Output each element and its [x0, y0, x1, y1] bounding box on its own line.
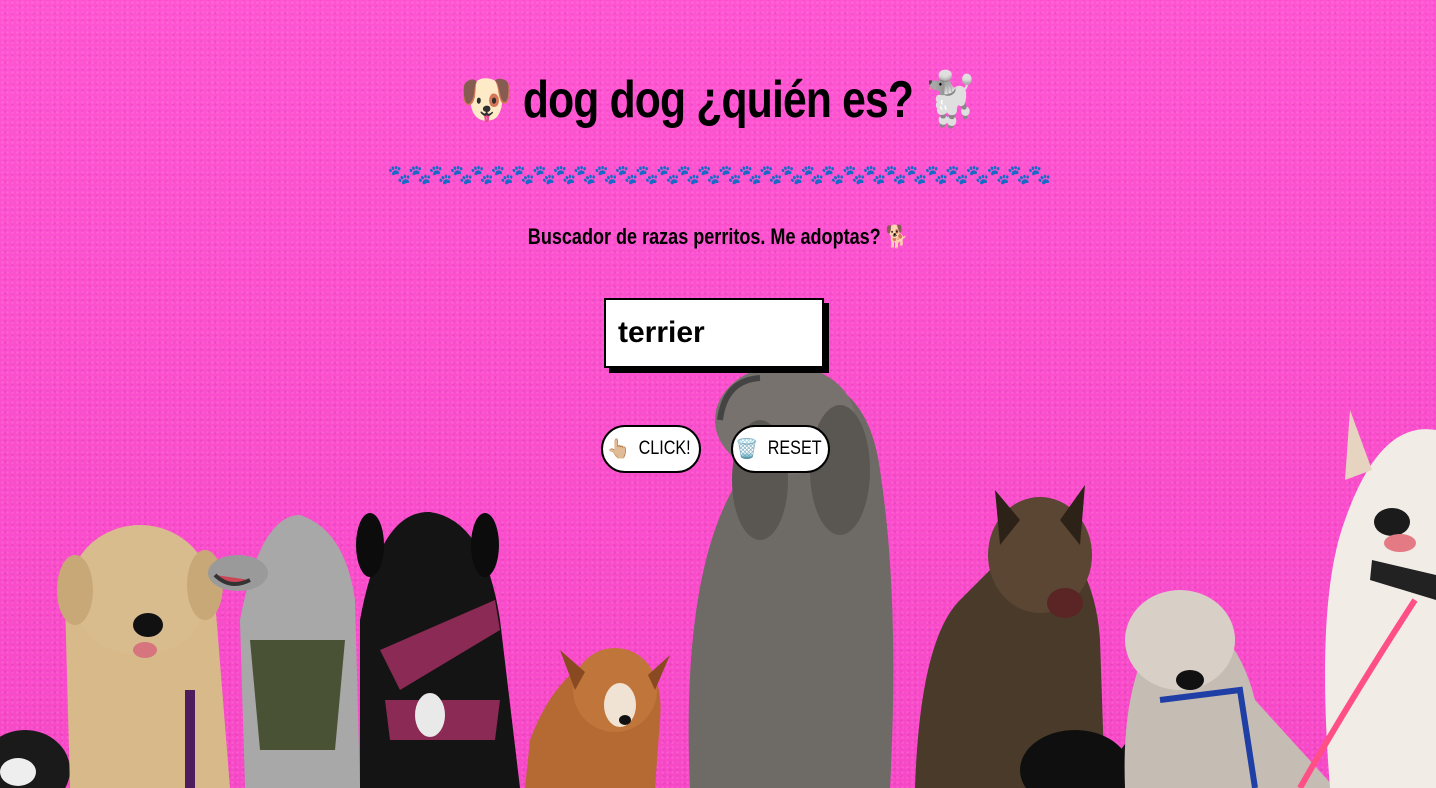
page-title: 🐶 dog dog ¿quién es? 🐩	[459, 71, 978, 129]
dog-wheaten-terrier	[57, 525, 230, 788]
reset-button[interactable]: 🗑️ RESET	[731, 425, 830, 473]
breed-search-input[interactable]	[606, 300, 822, 366]
reset-button-label: RESET	[767, 438, 822, 459]
dog-grey-poodle-mix	[208, 515, 360, 788]
dog-fluffy-small	[1124, 590, 1335, 788]
dog-small-tan	[525, 648, 670, 788]
dog-black-lab	[356, 511, 520, 788]
breed-search-box	[604, 298, 824, 368]
dog-left-edge	[0, 730, 70, 788]
page-background: 🐶 dog dog ¿quién es? 🐩 🐾🐾🐾🐾🐾🐾🐾🐾🐾🐾🐾🐾🐾🐾🐾🐾🐾…	[0, 0, 1436, 788]
trash-icon: 🗑️	[734, 439, 759, 460]
click-button-label: CLICK!	[638, 438, 691, 459]
dog-husky	[1297, 410, 1436, 788]
page-subtitle: Buscador de razas perritos. Me adoptas? …	[527, 224, 909, 249]
paw-divider: 🐾🐾🐾🐾🐾🐾🐾🐾🐾🐾🐾🐾🐾🐾🐾🐾🐾🐾🐾🐾🐾🐾🐾🐾🐾🐾🐾🐾🐾🐾🐾🐾	[387, 165, 1051, 186]
click-button[interactable]: 👆🏼 CLICK!	[601, 425, 701, 473]
pointing-finger-icon: 👆🏼	[606, 439, 631, 460]
